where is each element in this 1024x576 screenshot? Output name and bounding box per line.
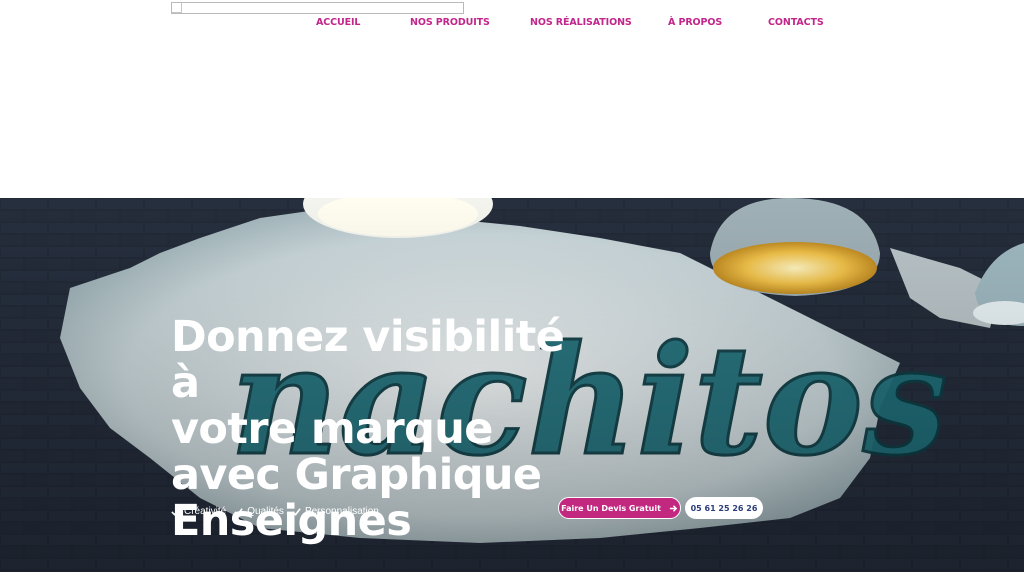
nav-item-accueil[interactable]: ACCUEIL bbox=[316, 17, 360, 28]
free-quote-label: Faire Un Devis Gratuit bbox=[561, 503, 661, 513]
feature-label: Qualités bbox=[247, 506, 284, 517]
headline-line: Donnez visibilité à bbox=[171, 312, 565, 408]
check-icon bbox=[292, 508, 301, 516]
check-icon bbox=[234, 508, 243, 516]
check-icon bbox=[171, 508, 180, 516]
headline-line: Enseignes bbox=[171, 496, 412, 546]
feature-item: Personnalisation bbox=[292, 506, 379, 517]
feature-label: Créativité bbox=[184, 506, 227, 517]
feature-label: Personnalisation bbox=[304, 506, 379, 517]
phone-button[interactable]: 05 61 25 26 26 bbox=[685, 497, 763, 519]
feature-item: Créativité bbox=[171, 506, 226, 517]
nav-item-nos-realisations[interactable]: NOS RÉALISATIONS bbox=[530, 17, 632, 28]
headline-line: votre marque bbox=[171, 404, 493, 454]
feature-item: Qualités bbox=[234, 506, 284, 517]
phone-label: 05 61 25 26 26 bbox=[690, 503, 758, 513]
hero-banner: nachitos Donnez visibilité à votre marqu… bbox=[0, 198, 1024, 572]
site-header: ACCUEIL NOS PRODUITS NOS RÉALISATIONS À … bbox=[0, 0, 1024, 198]
arrow-right-icon bbox=[669, 504, 678, 512]
logo-broken-image-icon[interactable] bbox=[171, 2, 464, 14]
headline-line: avec Graphique bbox=[171, 450, 542, 500]
nav-item-a-propos[interactable]: À PROPOS bbox=[668, 17, 722, 28]
feature-list: Créativité Qualités Personnalisation bbox=[171, 506, 379, 517]
nav-item-nos-produits[interactable]: NOS PRODUITS bbox=[410, 17, 490, 28]
nav-item-contacts[interactable]: CONTACTS bbox=[768, 17, 824, 28]
free-quote-button[interactable]: Faire Un Devis Gratuit bbox=[558, 497, 681, 519]
page-bottom-strip bbox=[0, 572, 1024, 576]
